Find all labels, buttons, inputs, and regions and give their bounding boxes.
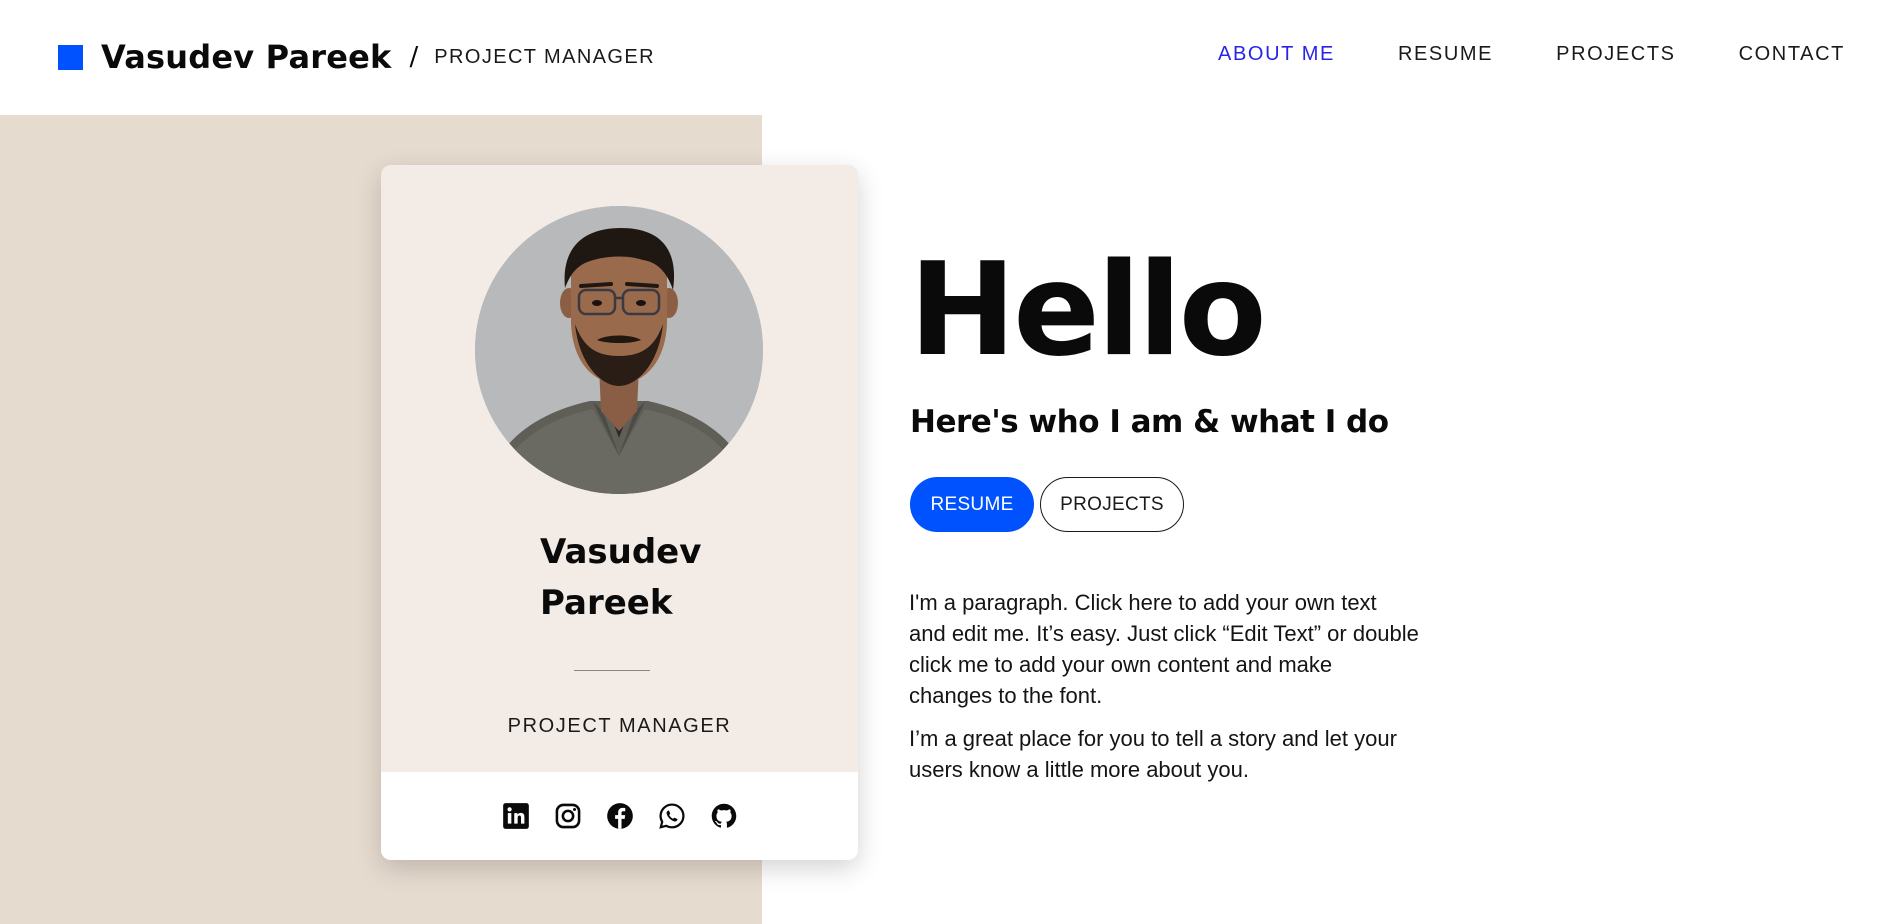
brand[interactable]: Vasudev Pareek / PROJECT MANAGER: [58, 35, 655, 79]
profile-photo-icon: [475, 206, 763, 494]
nav-item-projects[interactable]: PROJECTS: [1556, 43, 1675, 66]
github-icon[interactable]: [708, 800, 740, 832]
nav-item-resume[interactable]: RESUME: [1398, 43, 1493, 66]
card-name: Vasudev Pareek: [540, 532, 702, 623]
hero-title: Hello: [909, 236, 1267, 385]
nav-item-contact[interactable]: CONTACT: [1739, 43, 1845, 66]
brand-name[interactable]: Vasudev Pareek: [101, 38, 392, 76]
linkedin-icon[interactable]: [500, 800, 532, 832]
facebook-icon[interactable]: [604, 800, 636, 832]
main-nav: ABOUT ME RESUME PROJECTS CONTACT: [1155, 43, 1845, 66]
brand-logo-square: [58, 44, 83, 70]
whatsapp-icon[interactable]: [656, 800, 688, 832]
instagram-icon[interactable]: [552, 800, 584, 832]
brand-role: PROJECT MANAGER: [434, 45, 655, 68]
projects-button[interactable]: PROJECTS: [1040, 477, 1184, 532]
social-links-bar: [381, 772, 858, 860]
story-paragraph: I’m a great place for you to tell a stor…: [909, 726, 1397, 782]
brand-separator: /: [409, 42, 419, 72]
card-role: PROJECT MANAGER: [507, 715, 732, 737]
resume-button[interactable]: RESUME: [910, 477, 1034, 532]
card-divider: [574, 670, 650, 671]
nav-item-about-me[interactable]: ABOUT ME: [1218, 43, 1335, 66]
intro-paragraph: I'm a paragraph. Click here to add your …: [909, 590, 1419, 708]
profile-card: Vasudev Pareek PROJECT MANAGER: [381, 165, 858, 860]
avatar: [475, 206, 763, 494]
site-header: Vasudev Pareek / PROJECT MANAGER ABOUT M…: [0, 0, 1897, 115]
hero-subtitle: Here's who I am & what I do: [910, 404, 1389, 440]
